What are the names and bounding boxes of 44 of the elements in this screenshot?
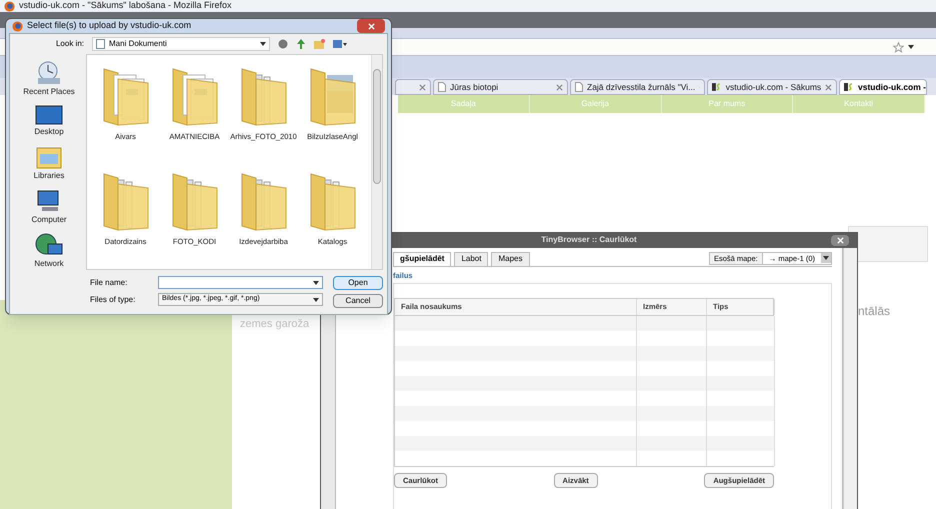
page-text: ntālās [858, 303, 890, 320]
tab[interactable]: Labot [454, 252, 488, 266]
tab[interactable]: Mapes [491, 252, 530, 266]
view-menu-icon[interactable] [333, 39, 347, 49]
place-item[interactable]: Computer [31, 188, 67, 226]
up-folder-icon[interactable] [296, 39, 306, 49]
caret-icon [313, 298, 319, 302]
place-item[interactable]: Recent Places [23, 60, 75, 98]
browser-logo-icon [4, 0, 15, 12]
site-icon [712, 82, 722, 92]
close-button[interactable] [357, 19, 385, 33]
window-title: vstudio-uk.com - "Sākums" labošana - Mozilla Firefox [19, 0, 232, 12]
caret-icon [313, 280, 319, 284]
document-icon [96, 39, 105, 49]
desktop-icon [34, 104, 64, 126]
browser-tab[interactable] [395, 79, 431, 95]
browser-tab[interactable]: vstudio-uk.com - [839, 79, 928, 95]
files-of-type-label: Files of type: [90, 294, 136, 306]
browser-tab[interactable]: Zajā dzīvesstila žurnāls "Vi... [570, 79, 705, 95]
caret-icon [908, 45, 914, 49]
browser-tab[interactable]: Jūras biotopi [433, 79, 568, 95]
caret-icon [823, 256, 829, 260]
star-icon[interactable] [893, 42, 904, 52]
dialog-title: TinyBrowser :: Caurlūkot [541, 234, 637, 246]
browser-logo-icon [12, 20, 23, 32]
close-button[interactable] [831, 235, 849, 246]
place-item[interactable]: Network [34, 232, 64, 270]
dialog-title: Select file(s) to upload by vstudio-uk.com [27, 19, 192, 32]
tab[interactable]: gšupielādēt [393, 252, 452, 266]
page-icon [438, 82, 446, 92]
scrollbar-thumb[interactable] [373, 69, 381, 184]
dialog-button[interactable]: Open [333, 276, 383, 290]
dialog-button[interactable]: Cancel [333, 294, 383, 308]
place-item[interactable]: Libraries [34, 144, 64, 182]
file-name-field[interactable] [158, 276, 323, 289]
caret-icon [260, 42, 266, 46]
place-item[interactable]: Desktop [34, 104, 64, 138]
look-in-select[interactable]: Mani Dokumenti [92, 37, 270, 51]
new-folder-icon[interactable] [314, 39, 325, 49]
file-name-label: File name: [90, 276, 128, 288]
page-icon [575, 82, 583, 92]
look-in-label: Look in: [54, 38, 84, 50]
browser-tab[interactable]: vstudio-uk.com - Sākums [707, 79, 837, 95]
site-icon [844, 82, 854, 92]
